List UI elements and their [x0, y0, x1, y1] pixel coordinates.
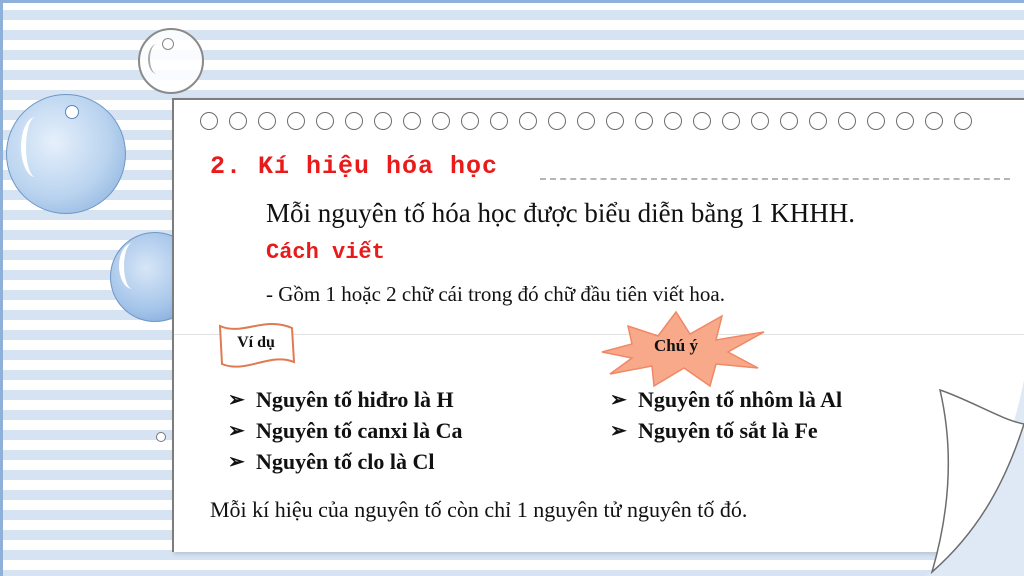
bubble-large-decoration: [6, 94, 126, 214]
page-curl-decoration: [926, 380, 1024, 576]
bubble-tiny-decoration: [156, 432, 166, 442]
examples-left-list: ➢ Nguyên tố hiđro là H ➢ Nguyên tố canxi…: [228, 384, 463, 477]
arrow-bullet-icon: ➢: [228, 389, 245, 411]
arrow-bullet-icon: ➢: [228, 451, 245, 473]
example-chlorine: Nguyên tố clo là Cl: [256, 448, 435, 474]
arrow-bullet-icon: ➢: [610, 389, 627, 411]
list-item: ➢ Nguyên tố nhôm là Al: [610, 384, 842, 415]
slide-left-border: [0, 0, 3, 576]
example-calcium: Nguyên tố canxi là Ca: [256, 417, 463, 443]
arrow-bullet-icon: ➢: [228, 420, 245, 442]
arrow-bullet-icon: ➢: [610, 420, 627, 442]
note-burst-label: Chú ý: [654, 336, 698, 355]
example-tag-label: Ví dụ: [237, 334, 275, 351]
definition-text: Mỗi nguyên tố hóa học được biểu diễn bằn…: [266, 198, 856, 228]
writing-rule-text: - Gồm 1 hoặc 2 chữ cái trong đó chữ đầu …: [266, 282, 725, 306]
slide-top-border: [0, 0, 1024, 3]
examples-right-list: ➢ Nguyên tố nhôm là Al ➢ Nguyên tố sắt l…: [610, 384, 842, 446]
example-iron: Nguyên tố sắt là Fe: [638, 417, 818, 443]
section-heading: 2. Kí hiệu hóa học: [210, 152, 499, 181]
bubble-small-decoration: [138, 28, 204, 94]
conclusion-text: Mỗi kí hiệu của nguyên tố còn chỉ 1 nguy…: [210, 497, 748, 522]
list-item: ➢ Nguyên tố sắt là Fe: [610, 415, 842, 446]
example-aluminium: Nguyên tố nhôm là Al: [638, 386, 843, 412]
example-hydrogen: Nguyên tố hiđro là H: [256, 386, 454, 412]
list-item: ➢ Nguyên tố clo là Cl: [228, 446, 463, 477]
writing-rule-heading: Cách viết: [266, 240, 385, 265]
binder-rings: [200, 112, 972, 130]
list-item: ➢ Nguyên tố hiđro là H: [228, 384, 463, 415]
list-item: ➢ Nguyên tố canxi là Ca: [228, 415, 463, 446]
dashed-divider: [540, 178, 1010, 180]
